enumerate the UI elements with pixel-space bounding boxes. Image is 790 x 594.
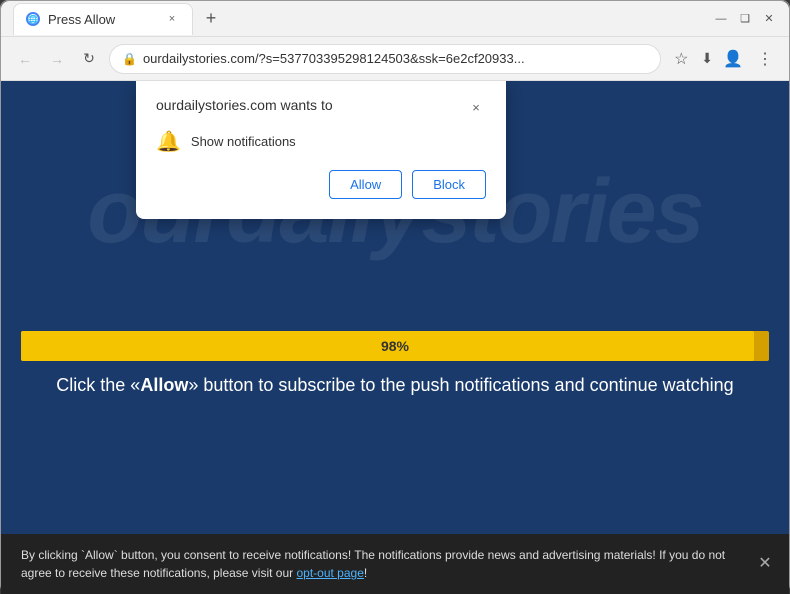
progress-label: 98% <box>381 338 409 354</box>
page-content: ourdailystories ourdailystories.com want… <box>1 81 789 594</box>
popup-buttons: Allow Block <box>156 170 486 199</box>
banner-text-main: By clicking `Allow` button, you consent … <box>21 548 725 580</box>
allow-button[interactable]: Allow <box>329 170 402 199</box>
block-button[interactable]: Block <box>412 170 486 199</box>
tab-close-button[interactable]: × <box>164 11 180 27</box>
menu-button[interactable]: ⋮ <box>753 47 777 71</box>
back-button[interactable]: ← <box>13 47 37 71</box>
popup-notification-row: 🔔 Show notifications <box>156 129 486 154</box>
tab-favicon-icon: 🌐 <box>26 12 40 26</box>
account-icon[interactable]: 👤 <box>721 47 745 71</box>
browser-titlebar: 🌐 Press Allow × + — ❑ ✕ <box>1 1 789 37</box>
tab-bar: 🌐 Press Allow × + <box>13 3 713 35</box>
address-input[interactable]: 🔒 ourdailystories.com/?s=537703395298124… <box>109 44 661 74</box>
reload-button[interactable]: ↻ <box>77 47 101 71</box>
notification-popup: ourdailystories.com wants to × 🔔 Show no… <box>136 81 506 219</box>
lock-icon: 🔒 <box>122 52 137 66</box>
bell-icon: 🔔 <box>156 129 181 154</box>
download-icon[interactable]: ⬇ <box>701 50 713 67</box>
close-button[interactable]: ✕ <box>761 11 777 27</box>
window-controls: — ❑ ✕ <box>713 11 777 27</box>
active-tab[interactable]: 🌐 Press Allow × <box>13 3 193 35</box>
popup-close-button[interactable]: × <box>466 97 486 117</box>
banner-text-end: ! <box>364 566 367 580</box>
progress-bar-container: 98% <box>21 331 769 361</box>
forward-button[interactable]: → <box>45 47 69 71</box>
cta-text-before: Click the « <box>56 375 140 395</box>
popup-notification-label: Show notifications <box>191 134 296 149</box>
tab-title: Press Allow <box>48 12 115 27</box>
popup-header: ourdailystories.com wants to × <box>156 97 486 117</box>
cta-text: Click the «Allow» button to subscribe to… <box>1 373 789 398</box>
url-text: ourdailystories.com/?s=53770339529812450… <box>143 51 648 66</box>
opt-out-link[interactable]: opt-out page <box>296 566 363 580</box>
maximize-button[interactable]: ❑ <box>737 11 753 27</box>
banner-close-button[interactable]: ✕ <box>753 552 777 576</box>
cta-text-bold: Allow <box>140 375 188 395</box>
popup-title: ourdailystories.com wants to <box>156 97 333 113</box>
bottom-consent-banner: By clicking `Allow` button, you consent … <box>1 534 789 594</box>
minimize-button[interactable]: — <box>713 11 729 27</box>
bookmark-icon[interactable]: ☆ <box>669 47 693 71</box>
cta-text-after: » button to subscribe to the push notifi… <box>188 375 733 395</box>
new-tab-button[interactable]: + <box>197 5 225 33</box>
address-bar: ← → ↻ 🔒 ourdailystories.com/?s=537703395… <box>1 37 789 81</box>
